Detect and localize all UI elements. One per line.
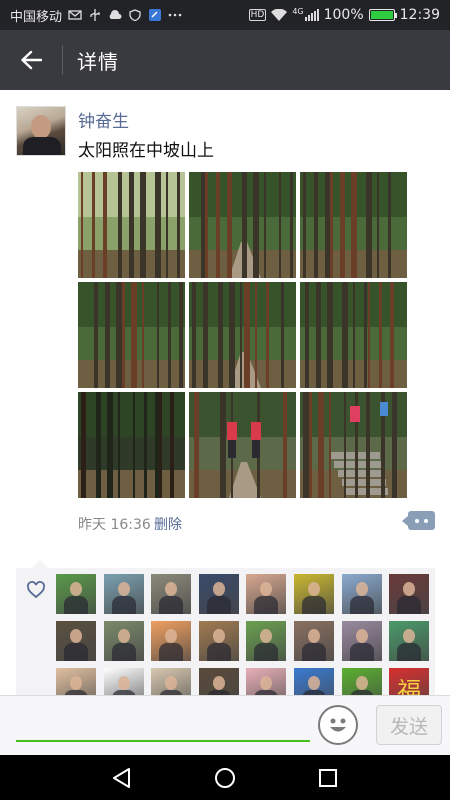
like-avatar-12[interactable] — [198, 621, 239, 661]
post-photo[interactable] — [300, 172, 407, 278]
like-avatar-7[interactable] — [341, 574, 382, 614]
post-photo[interactable] — [189, 172, 296, 278]
title-bar: 详情 — [0, 30, 450, 90]
post-photo[interactable] — [78, 172, 185, 278]
like-avatar-1[interactable] — [56, 574, 96, 614]
network-type: 4G — [292, 7, 304, 16]
like-avatar-6[interactable] — [294, 574, 334, 614]
page-title: 详情 — [77, 49, 119, 74]
carrier-label: 中国移动 — [10, 9, 63, 25]
hd-badge: HD — [248, 9, 267, 21]
photo-grid — [78, 172, 408, 498]
like-avatar-17[interactable] — [56, 668, 96, 695]
post-text: 太阳照在中坡山上 — [78, 141, 214, 161]
status-time: 12:39 — [399, 7, 440, 23]
delete-link[interactable]: 删除 — [154, 514, 182, 534]
title-divider — [62, 45, 63, 75]
author-avatar[interactable] — [16, 106, 66, 156]
like-avatar-13[interactable] — [246, 621, 287, 661]
post-photo[interactable] — [189, 392, 296, 498]
like-avatar-14[interactable] — [294, 621, 334, 661]
post-photo[interactable] — [189, 282, 296, 388]
post-photo[interactable] — [300, 392, 407, 498]
shield-icon — [129, 9, 141, 21]
nav-back-icon[interactable] — [108, 764, 136, 792]
battery-percent: 100% — [323, 7, 364, 23]
wifi-icon — [271, 9, 288, 21]
back-button[interactable] — [0, 30, 62, 90]
emoji-icon[interactable] — [318, 705, 358, 745]
comment-input[interactable] — [16, 706, 310, 742]
post-time: 昨天 16:36 — [78, 517, 151, 533]
cloud-icon — [109, 10, 122, 19]
send-button[interactable]: 发送 — [376, 705, 442, 745]
like-avatar-11[interactable] — [151, 621, 192, 661]
author-name[interactable]: 钟奋生 — [78, 107, 129, 132]
like-avatar-4[interactable] — [198, 574, 239, 614]
like-avatar-10[interactable] — [103, 621, 144, 661]
status-bar: 中国移动 HD 4G 100% 12:39 — [0, 0, 450, 30]
signal-icon — [304, 9, 319, 21]
comment-input-bar: 发送 — [0, 695, 450, 755]
app-icon — [149, 9, 162, 21]
like-avatar-23[interactable] — [341, 668, 382, 695]
mail-icon — [68, 10, 82, 20]
battery-icon — [368, 9, 397, 21]
system-nav-bar — [0, 755, 450, 800]
like-avatar-15[interactable] — [341, 621, 382, 661]
like-avatar-19[interactable] — [151, 668, 192, 695]
like-avatar-18[interactable] — [103, 668, 144, 695]
nav-recents-icon[interactable] — [314, 764, 342, 792]
like-avatar-8[interactable] — [389, 574, 430, 614]
back-arrow-icon — [21, 50, 42, 70]
post-detail: 钟奋生 太阳照在中坡山上 昨天 16:36 删除 福 — [0, 90, 450, 695]
like-avatar-22[interactable] — [294, 668, 334, 695]
usb-icon — [90, 9, 100, 21]
like-avatar-24[interactable]: 福 — [389, 668, 430, 696]
like-avatar-9[interactable] — [56, 621, 96, 661]
heart-icon — [27, 581, 45, 599]
post-photo[interactable] — [300, 282, 407, 388]
like-avatar-21[interactable] — [246, 668, 287, 695]
like-avatar-20[interactable] — [198, 668, 239, 695]
like-avatar-3[interactable] — [151, 574, 192, 614]
likes-panel: 福 — [16, 560, 435, 696]
avatar-character: 福 — [397, 676, 422, 696]
more-icon — [168, 13, 182, 17]
post-photo[interactable] — [78, 392, 185, 498]
post-photo[interactable] — [78, 282, 185, 388]
comment-icon[interactable] — [402, 511, 435, 530]
nav-home-icon[interactable] — [211, 764, 239, 792]
like-avatar-2[interactable] — [103, 574, 144, 614]
like-avatar-16[interactable] — [389, 621, 430, 661]
like-avatar-5[interactable] — [246, 574, 287, 614]
